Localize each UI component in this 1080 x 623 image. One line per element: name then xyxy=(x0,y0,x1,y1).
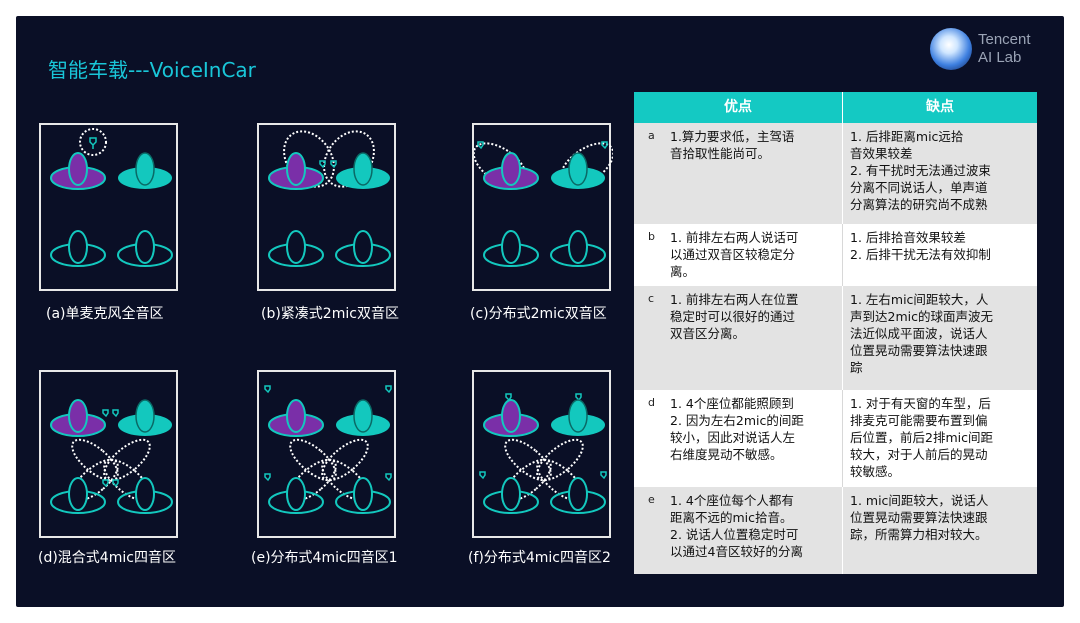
logo-line-2: AI Lab xyxy=(978,49,1022,66)
caption-c: (c)分布式2mic双音区 xyxy=(470,306,607,322)
row-label: b xyxy=(648,230,655,243)
pro-cell: 1. 4个座位都能照顾到 2. 因为左右2mic的间距 较小，因此对说话人左 右… xyxy=(670,396,804,462)
diagram-e-distributed-4mic-1 xyxy=(257,370,396,538)
diagram-c-distributed-2mic xyxy=(472,123,613,291)
con-cell: 1. 后排距离mic远拾 音效果较差 2. 有干扰时无法通过波束 分离不同说话人… xyxy=(850,129,991,212)
con-cell: 1. mic间距较大，说话人 位置晃动需要算法快速跟 踪，所需算力相对较大。 xyxy=(850,493,989,542)
table-row: b 1. 前排左右两人说话可 以通过双音区较稳定分 离。 1. 后排拾音效果较差… xyxy=(634,224,1037,286)
diagram-a-single-mic xyxy=(39,123,178,291)
caption-a: (a)单麦克风全音区 xyxy=(46,306,164,322)
pro-cell: 1. 前排左右两人在位置 稳定时可以很好的通过 双音区分离。 xyxy=(670,292,799,341)
con-cell: 1. 左右mic间距较大，人 声到达2mic的球面声波无 法近似成平面波，说话人… xyxy=(850,292,993,375)
tencent-ai-lab-logo: Tencent AI Lab xyxy=(928,28,1058,72)
tencent-ai-lab-logo-icon xyxy=(930,28,972,70)
header-pros: 优点 xyxy=(724,99,752,115)
logo-line-1: Tencent xyxy=(978,31,1031,48)
slide-title: 智能车载---VoiceInCar xyxy=(48,58,256,82)
diagram-a-drawing xyxy=(50,128,173,267)
table-row: c 1. 前排左右两人在位置 稳定时可以很好的通过 双音区分离。 1. 左右mi… xyxy=(634,286,1037,390)
table-row: d 1. 4个座位都能照顾到 2. 因为左右2mic的间距 较小，因此对说话人左… xyxy=(634,390,1037,487)
row-label: c xyxy=(648,292,655,305)
header-cons: 缺点 xyxy=(842,92,1037,123)
pro-cell: 1. 4个座位每个人都有 距离不远的mic拾音。 2. 说话人位置稳定时可 以通… xyxy=(670,493,803,559)
caption-d: (d)混合式4mic四音区 xyxy=(38,550,176,566)
diagram-b-drawing xyxy=(268,130,391,267)
mic-icon xyxy=(89,137,97,149)
caption-f: (f)分布式4mic四音区2 xyxy=(468,550,611,566)
comparison-table: 优点 缺点 a 1.算力要求低，主驾语 音拾取性能尚可。 1. 后排距离mic远… xyxy=(634,92,1037,574)
table-header: 优点 缺点 xyxy=(634,92,1037,123)
mic-icon xyxy=(479,393,607,480)
diagram-f-distributed-4mic-2 xyxy=(472,370,611,538)
row-label: d xyxy=(648,396,655,409)
caption-b: (b)紧凑式2mic双音区 xyxy=(261,306,399,322)
diagram-d-drawing xyxy=(50,399,173,514)
con-cell: 1. 对于有天窗的车型，后 排麦克可能需要布置到偏 后位置，前后2排mic间距 … xyxy=(850,396,993,479)
diagram-e-drawing xyxy=(264,385,392,514)
diagram-f-drawing xyxy=(479,393,607,514)
pro-cell: 1. 前排左右两人说话可 以通过双音区较稳定分 离。 xyxy=(670,230,799,279)
diagram-d-hybrid-4mic xyxy=(39,370,178,538)
table-row: a 1.算力要求低，主驾语 音拾取性能尚可。 1. 后排距离mic远拾 音效果较… xyxy=(634,123,1037,224)
diagram-b-compact-2mic xyxy=(257,123,396,291)
slide-background: 智能车载---VoiceInCar Tencent AI Lab (a)单麦克风… xyxy=(16,16,1064,607)
row-label: e xyxy=(648,493,655,506)
diagram-c-drawing xyxy=(474,141,613,267)
table-row: e 1. 4个座位每个人都有 距离不远的mic拾音。 2. 说话人位置稳定时可 … xyxy=(634,487,1037,574)
con-cell: 1. 后排拾音效果较差 2. 后排干扰无法有效抑制 xyxy=(850,230,991,262)
pro-cell: 1.算力要求低，主驾语 音拾取性能尚可。 xyxy=(670,129,795,161)
row-label: a xyxy=(648,129,655,142)
logo-text: Tencent AI Lab xyxy=(978,31,1031,67)
caption-e: (e)分布式4mic四音区1 xyxy=(251,550,398,566)
mic-icon xyxy=(102,409,119,488)
